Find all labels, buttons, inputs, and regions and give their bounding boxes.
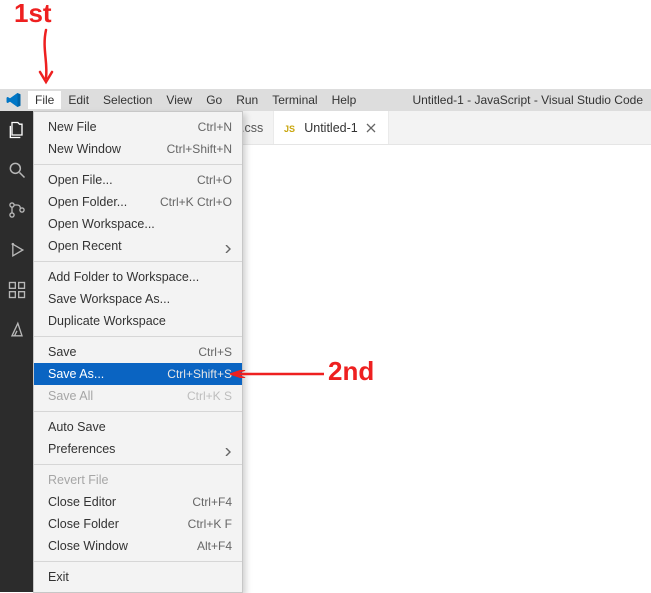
menubar: FileEditSelectionViewGoRunTerminalHelp: [28, 91, 363, 109]
menu-item-save-workspace-as[interactable]: Save Workspace As...: [34, 288, 242, 310]
menu-item-save-as[interactable]: Save As...Ctrl+Shift+S: [34, 363, 242, 385]
azure-icon[interactable]: [6, 319, 28, 341]
menu-item-label: Save All: [48, 389, 175, 403]
menu-selection[interactable]: Selection: [96, 91, 159, 109]
tab-label: Untitled-1: [304, 121, 358, 135]
menu-item-label: Duplicate Workspace: [48, 314, 232, 328]
vscode-logo-icon: [6, 92, 22, 108]
menu-separator: [34, 261, 242, 262]
menu-item-shortcut: Ctrl+S: [186, 345, 232, 359]
menu-item-label: Auto Save: [48, 420, 232, 434]
menu-item-label: Open Folder...: [48, 195, 148, 209]
menu-item-label: Open Recent: [48, 239, 218, 253]
menu-item-label: Preferences: [48, 442, 218, 456]
menu-item-label: Exit: [48, 570, 232, 584]
explorer-icon[interactable]: [6, 119, 28, 141]
file-menu-dropdown: New FileCtrl+NNew WindowCtrl+Shift+NOpen…: [33, 111, 243, 593]
menu-item-preferences[interactable]: Preferences: [34, 438, 242, 460]
menu-item-label: Close Folder: [48, 517, 176, 531]
menu-item-label: New File: [48, 120, 186, 134]
chevron-right-icon: [224, 445, 232, 453]
menu-item-duplicate-workspace[interactable]: Duplicate Workspace: [34, 310, 242, 332]
chevron-right-icon: [224, 242, 232, 250]
menu-item-shortcut: Ctrl+K S: [175, 389, 232, 403]
menu-item-shortcut: Ctrl+O: [185, 173, 232, 187]
search-icon[interactable]: [6, 159, 28, 181]
menu-item-shortcut: Ctrl+F4: [180, 495, 232, 509]
svg-text:JS: JS: [284, 124, 295, 134]
menu-separator: [34, 164, 242, 165]
menu-item-open-recent[interactable]: Open Recent: [34, 235, 242, 257]
menu-item-shortcut: Ctrl+N: [186, 120, 232, 134]
menu-item-new-file[interactable]: New FileCtrl+N: [34, 116, 242, 138]
menu-item-label: Open Workspace...: [48, 217, 232, 231]
menu-item-add-folder-to-workspace[interactable]: Add Folder to Workspace...: [34, 266, 242, 288]
window-title: Untitled-1 - JavaScript - Visual Studio …: [412, 93, 651, 107]
menu-item-label: Add Folder to Workspace...: [48, 270, 232, 284]
menu-item-label: Save As...: [48, 367, 155, 381]
menu-item-label: Open File...: [48, 173, 185, 187]
menu-item-revert-file: Revert File: [34, 469, 242, 491]
menu-edit[interactable]: Edit: [61, 91, 96, 109]
menu-item-label: Revert File: [48, 473, 232, 487]
menu-item-open-file[interactable]: Open File...Ctrl+O: [34, 169, 242, 191]
menu-separator: [34, 464, 242, 465]
menu-item-close-editor[interactable]: Close EditorCtrl+F4: [34, 491, 242, 513]
menu-item-shortcut: Ctrl+Shift+N: [155, 142, 232, 156]
activity-bar: [0, 111, 33, 592]
menu-item-close-folder[interactable]: Close FolderCtrl+K F: [34, 513, 242, 535]
menu-view[interactable]: View: [159, 91, 199, 109]
menu-item-save-all: Save AllCtrl+K S: [34, 385, 242, 407]
menu-file[interactable]: File: [28, 91, 61, 109]
menu-item-open-workspace[interactable]: Open Workspace...: [34, 213, 242, 235]
extensions-icon[interactable]: [6, 279, 28, 301]
vscode-window: FileEditSelectionViewGoRunTerminalHelp U…: [0, 89, 651, 592]
menu-item-close-window[interactable]: Close WindowAlt+F4: [34, 535, 242, 557]
annotation-arrow-down-icon: [36, 28, 56, 86]
menu-item-shortcut: Ctrl+Shift+S: [155, 367, 232, 381]
menu-item-label: New Window: [48, 142, 155, 156]
menu-item-shortcut: Ctrl+K Ctrl+O: [148, 195, 232, 209]
tab-untitled-1[interactable]: JS Untitled-1: [274, 111, 389, 144]
menu-item-shortcut: Ctrl+K F: [176, 517, 232, 531]
menu-item-new-window[interactable]: New WindowCtrl+Shift+N: [34, 138, 242, 160]
menu-go[interactable]: Go: [199, 91, 229, 109]
source-control-icon[interactable]: [6, 199, 28, 221]
menu-separator: [34, 561, 242, 562]
js-file-icon: JS: [284, 121, 298, 135]
menu-item-exit[interactable]: Exit: [34, 566, 242, 588]
close-icon[interactable]: [364, 121, 378, 135]
menu-item-label: Close Window: [48, 539, 185, 553]
run-debug-icon[interactable]: [6, 239, 28, 261]
menu-item-shortcut: Alt+F4: [185, 539, 232, 553]
menu-item-open-folder[interactable]: Open Folder...Ctrl+K Ctrl+O: [34, 191, 242, 213]
menu-item-save[interactable]: SaveCtrl+S: [34, 341, 242, 363]
menu-item-label: Save Workspace As...: [48, 292, 232, 306]
menu-terminal[interactable]: Terminal: [265, 91, 324, 109]
menu-item-label: Save: [48, 345, 186, 359]
menu-separator: [34, 336, 242, 337]
menu-separator: [34, 411, 242, 412]
menu-help[interactable]: Help: [325, 91, 364, 109]
menu-item-label: Close Editor: [48, 495, 180, 509]
menu-item-auto-save[interactable]: Auto Save: [34, 416, 242, 438]
titlebar: FileEditSelectionViewGoRunTerminalHelp U…: [0, 89, 651, 111]
annotation-first: 1st: [14, 0, 52, 29]
menu-run[interactable]: Run: [229, 91, 265, 109]
